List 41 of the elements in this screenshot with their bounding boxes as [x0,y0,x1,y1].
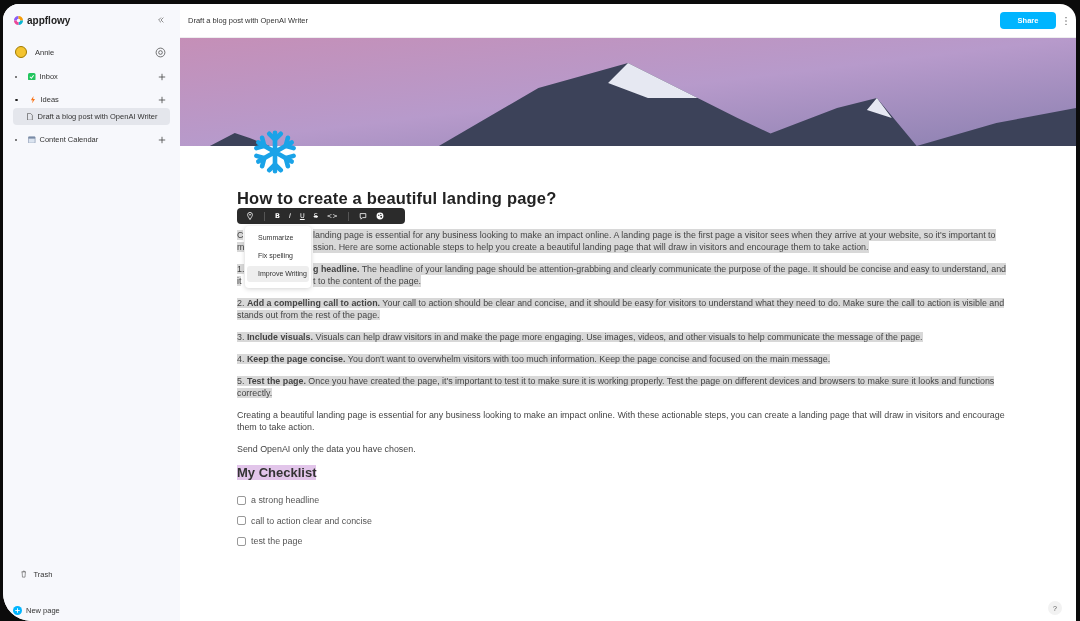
text-fragment: m [237,242,245,252]
todo-text: a strong headline [251,495,320,505]
paragraph-text: Send OpenAI only the data you have chosen. [237,443,417,455]
app-name: appflowy [27,14,72,26]
lightning-icon [29,95,37,104]
paragraph-text: 5. Test the page. Once you have created the page, it's important to test it to make sure it is working properly. Test the page on different devices and browsers to make sure it looks and functions correctly. [237,375,996,399]
paragraph-text: t to the content of the page. [313,275,422,287]
text-fragment: it [237,276,242,286]
checkbox[interactable] [237,516,246,525]
document-title: How to create a beautiful landing page? [237,189,558,207]
add-icon[interactable] [158,135,166,144]
pin-icon[interactable] [246,212,254,220]
add-icon[interactable] [158,95,166,104]
palette-icon[interactable] [375,212,384,220]
todo-text: test the page [251,536,303,546]
calendar-icon [28,135,36,144]
avatar-icon[interactable] [15,46,27,58]
trash-icon [20,570,28,578]
paragraph-text: ssion. Here are some actionable steps to help you create a beautiful landing page that will draw in visitors and encourage them to take action. [313,241,869,253]
checkbox[interactable] [237,536,246,546]
todo-text: call to action clear and concise [251,515,372,526]
collapse-icon[interactable] [157,16,165,24]
paragraph-text: Creating a beautiful landing page is essential for any business looking to make an impact online. With these actionable steps, you can create a landing page that will draw in visitors and encourage them to take action. [237,409,1006,433]
checkbox[interactable] [237,495,246,505]
text-fragment: C [237,230,244,240]
page-icon [26,112,34,121]
logo-icon [13,14,24,26]
check-box-icon [28,72,36,81]
paragraph-text: 2. Add a compelling call to action. Your call to action should be clear and concise, and it should be easy for visitors to understand what they need to do. Make sure the call to action is visible and stands out from the rest of the page. [237,297,1006,321]
snowflake-icon[interactable] [252,129,298,175]
settings-icon[interactable] [155,46,166,58]
more-icon[interactable] [1064,15,1068,26]
comment-icon[interactable] [358,212,367,220]
text-fragment: 1. [237,264,245,274]
paragraph-text: landing page is essential for any business looking to make an impact online. A landing page is the first page a visitor sees when they arrive at your website, so it's important to [313,229,996,241]
add-icon[interactable] [158,72,166,81]
section-heading: My Checklist [237,465,317,480]
add-icon [13,605,22,615]
paragraph-text: 3. Include visuals. Visuals can help draw visitors in and make the page more engaging. Use images, videos, and other visuals to help communicate the message of the page. [237,331,924,343]
paragraph-text: 4. Keep the page concise. You don't want to overwhelm visitors with too much information. Keep the page concise and focused on the main message. [237,353,832,365]
paragraph-text: g headline. The headline of your landing page should be attention-grabbing and clearly communicate the purpose of the page. It should be concise and easy to understand, and [313,263,1007,275]
